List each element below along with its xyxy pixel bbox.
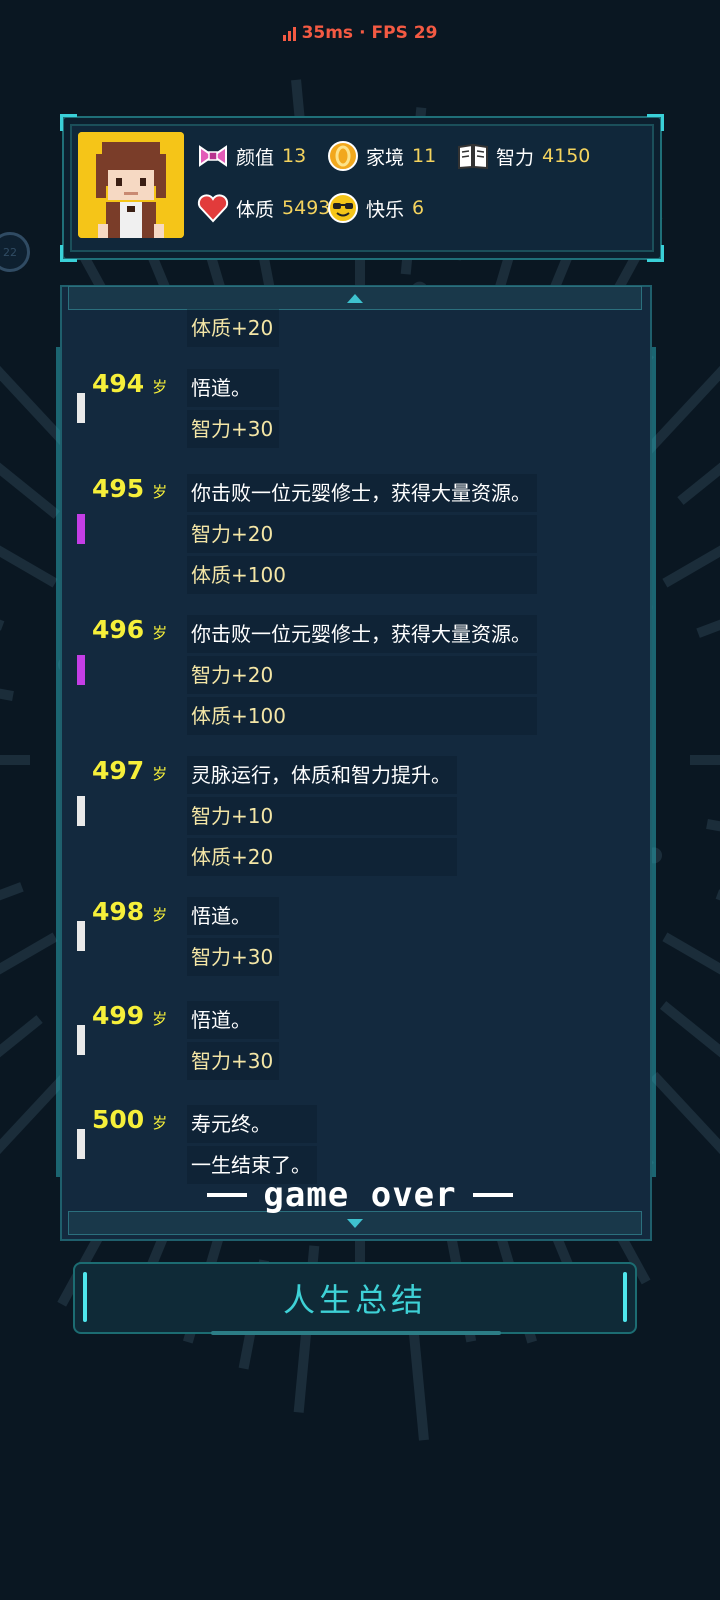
age-unit: 岁 [152, 378, 168, 396]
grade-marker [77, 514, 85, 544]
entry-age: 496 岁 [92, 615, 167, 651]
entry-effect: 体质+100 [187, 556, 537, 594]
entry-text: 悟道。 [187, 897, 280, 935]
stats-panel: 颜值 13 家境 11 智力 4150 体质 5493 快乐 6 [60, 114, 664, 262]
entry-text: 悟道。 [187, 1001, 280, 1039]
ping-text: 35ms [301, 23, 354, 43]
entry-age: 494 岁 [92, 369, 167, 405]
stat-constitution: 体质 5493 [196, 190, 330, 226]
age-unit: 岁 [152, 1010, 168, 1028]
entry-effect: 智力+10 [187, 797, 457, 835]
signal-icon [282, 25, 296, 41]
grade-marker [77, 796, 85, 826]
entry-effect: 体质+100 [187, 697, 537, 735]
age-unit: 岁 [152, 624, 168, 642]
entry-effect: 体质+20 [187, 309, 280, 347]
age-number: 500 [92, 1105, 145, 1134]
entry-text: 你击败一位元婴修士，获得大量资源。 [187, 615, 537, 653]
age-number: 496 [92, 615, 145, 644]
grade-marker [77, 1025, 85, 1055]
entry-effect: 智力+20 [187, 515, 537, 553]
age-unit: 岁 [152, 483, 168, 501]
grade-marker [77, 1129, 85, 1159]
age-unit: 岁 [152, 906, 168, 924]
stat-happiness: 快乐 6 [326, 190, 424, 226]
life-summary-label: 人生总结 [282, 1281, 427, 1319]
entry-effect: 体质+20 [187, 838, 457, 876]
sunglasses-face-icon [328, 193, 358, 223]
life-log-panel[interactable]: 体质+20 494 岁悟道。 智力+30 495 岁你击败一位元婴修士，获得大量资源。智… [56, 285, 656, 1241]
entry-effect: 智力+30 [187, 938, 280, 976]
entry-age: 498 岁 [92, 897, 167, 933]
entry-age: 495 岁 [92, 474, 167, 510]
age-number: 497 [92, 756, 145, 785]
status-separator: · [359, 23, 366, 43]
entry-text: 你击败一位元婴修士，获得大量资源。 [187, 474, 537, 512]
avatar [78, 132, 184, 238]
entry-effect: 智力+20 [187, 656, 537, 694]
entry-effect: 智力+30 [187, 410, 280, 448]
age-number: 494 [92, 369, 145, 398]
age-number: 498 [92, 897, 145, 926]
stat-family: 家境 11 [326, 138, 436, 174]
stat-intelligence: 智力 4150 [456, 138, 590, 174]
life-summary-button[interactable]: 人生总结 [73, 1262, 637, 1335]
game-over-banner: game over [0, 1175, 720, 1215]
age-unit: 岁 [152, 1114, 168, 1132]
bow-icon [199, 145, 227, 167]
heart-icon [197, 194, 229, 223]
entry-text: 寿元终。 [187, 1105, 317, 1143]
grade-marker [77, 655, 85, 685]
game-over-text: game over [263, 1175, 457, 1215]
arrow-up-icon [347, 293, 363, 303]
network-status: 35ms · FPS 29 [0, 18, 720, 48]
entry-age: 500 岁 [92, 1105, 167, 1141]
entry-text: 灵脉运行，体质和智力提升。 [187, 756, 457, 794]
book-icon [458, 143, 488, 170]
fps-text: FPS 29 [371, 23, 438, 43]
coin-icon [328, 141, 358, 171]
grade-marker [77, 393, 85, 423]
stat-appearance: 颜值 13 [196, 138, 306, 174]
age-number: 499 [92, 1001, 145, 1030]
arrow-down-icon [347, 1218, 363, 1228]
pixel-character-icon [78, 132, 184, 238]
age-unit: 岁 [152, 765, 168, 783]
entry-effect: 智力+30 [187, 1042, 280, 1080]
scroll-up-button[interactable] [68, 286, 642, 310]
entry-text: 悟道。 [187, 369, 280, 407]
age-number: 495 [92, 474, 145, 503]
entry-age: 497 岁 [92, 756, 167, 792]
grade-marker [77, 921, 85, 951]
log-list[interactable]: 体质+20 494 岁悟道。 智力+30 495 岁你击败一位元婴修士，获得大量资源。智… [62, 309, 650, 1204]
entry-age: 499 岁 [92, 1001, 167, 1037]
